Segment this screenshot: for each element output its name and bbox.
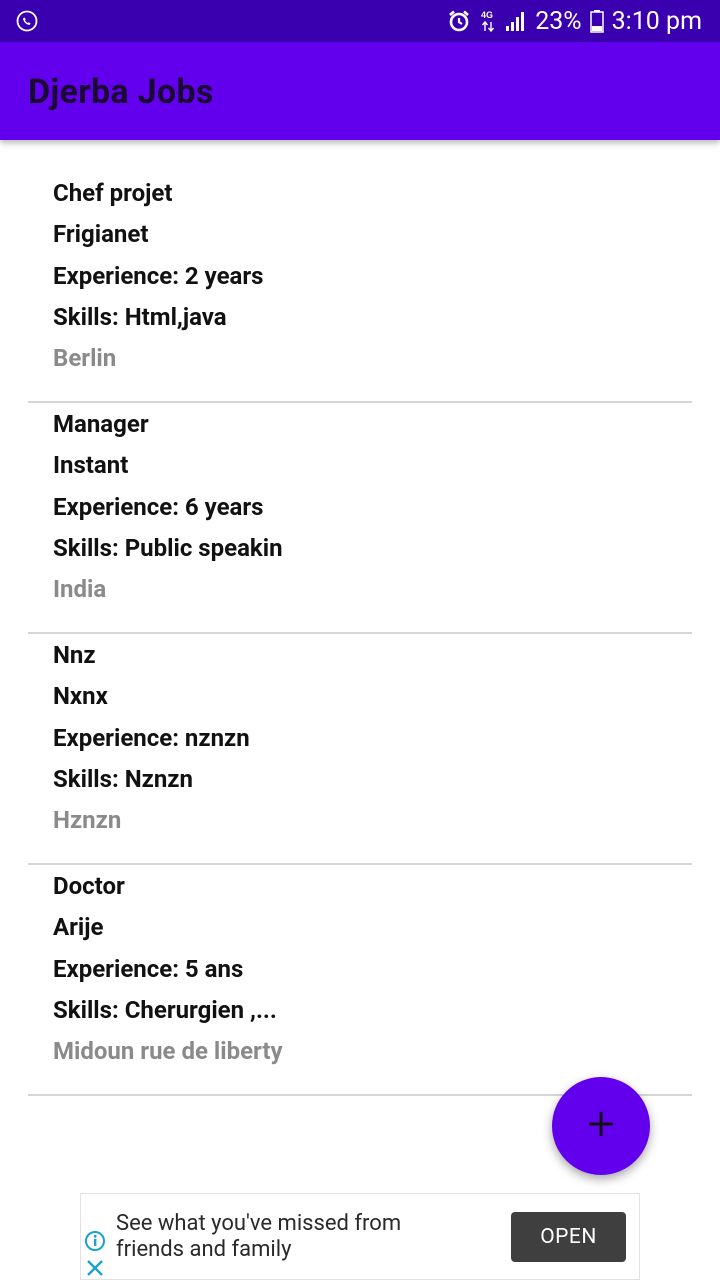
app-bar: Djerba Jobs bbox=[0, 42, 720, 140]
job-skills: Skills: Nznzn bbox=[53, 765, 193, 793]
job-company: Instant bbox=[53, 451, 129, 479]
ad-text-line2: friends and family bbox=[116, 1237, 292, 1262]
4g-data-icon: 4G bbox=[479, 8, 497, 34]
call-icon bbox=[16, 10, 38, 32]
close-icon[interactable] bbox=[85, 1258, 105, 1282]
job-skills: Skills: Public speakin bbox=[53, 534, 283, 562]
job-skills: Skills: Html,java bbox=[53, 303, 227, 331]
job-experience: Experience: nznzn bbox=[53, 724, 250, 752]
job-location: India bbox=[53, 575, 107, 603]
job-title: Nnz bbox=[53, 641, 96, 669]
job-list: Chef projet Frigianet Experience: 2 year… bbox=[28, 172, 692, 1096]
add-job-button[interactable] bbox=[552, 1077, 650, 1175]
info-icon[interactable] bbox=[84, 1230, 106, 1256]
signal-icon bbox=[505, 10, 527, 32]
battery-icon bbox=[589, 9, 604, 33]
job-company: Nxnx bbox=[53, 682, 108, 710]
job-company: Frigianet bbox=[53, 220, 149, 248]
job-experience: Experience: 5 ans bbox=[53, 955, 244, 983]
job-location: Berlin bbox=[53, 344, 117, 372]
job-card[interactable]: Nnz Nxnx Experience: nznzn Skills: Nznzn… bbox=[28, 634, 692, 865]
job-location: Midoun rue de liberty bbox=[53, 1037, 283, 1065]
job-skills: Skills: Cherurgien ,... bbox=[53, 996, 277, 1024]
job-card[interactable]: Doctor Arije Experience: 5 ans Skills: C… bbox=[28, 865, 692, 1096]
job-title: Chef projet bbox=[53, 179, 173, 207]
job-experience: Experience: 6 years bbox=[53, 493, 264, 521]
ad-open-button[interactable]: OPEN bbox=[511, 1212, 626, 1262]
job-card[interactable]: Manager Instant Experience: 6 years Skil… bbox=[28, 403, 692, 634]
ad-text-line1: See what you've missed from bbox=[116, 1211, 402, 1236]
status-time: 3:10 pm bbox=[611, 6, 702, 36]
svg-text:4G: 4G bbox=[481, 10, 493, 20]
ad-text: See what you've missed from friends and … bbox=[116, 1211, 456, 1263]
job-card[interactable]: Chef projet Frigianet Experience: 2 year… bbox=[28, 172, 692, 403]
ad-banner[interactable]: See what you've missed from friends and … bbox=[80, 1193, 640, 1280]
job-location: Hznzn bbox=[53, 806, 122, 834]
app-title: Djerba Jobs bbox=[28, 72, 214, 112]
alarm-icon bbox=[447, 9, 471, 33]
job-title: Manager bbox=[53, 410, 149, 438]
plus-icon bbox=[587, 1110, 615, 1142]
status-bar: 4G 23% 3:10 pm bbox=[0, 0, 720, 42]
battery-percent: 23% bbox=[535, 6, 582, 36]
job-title: Doctor bbox=[53, 872, 125, 900]
job-company: Arije bbox=[53, 913, 104, 941]
job-experience: Experience: 2 years bbox=[53, 262, 264, 290]
